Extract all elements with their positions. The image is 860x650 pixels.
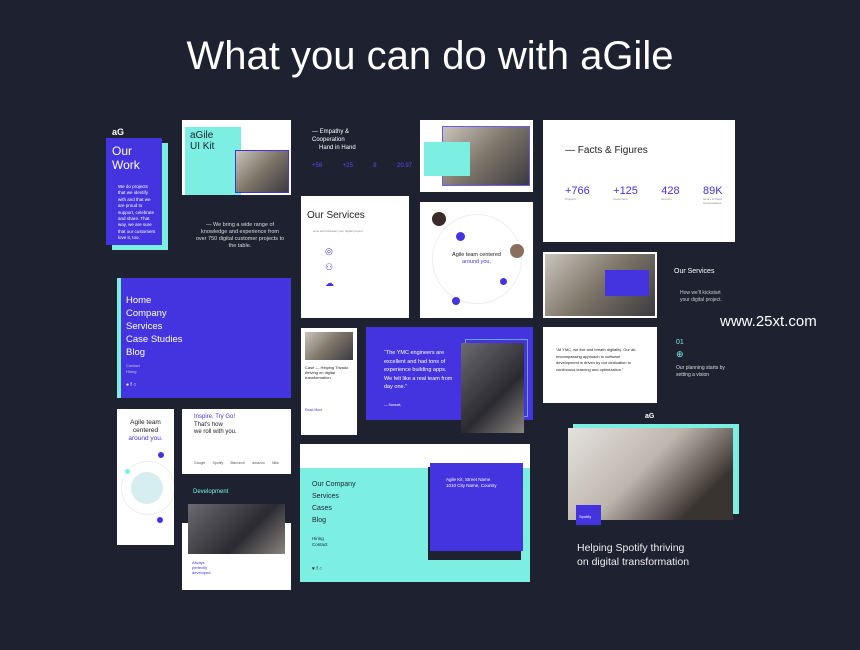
phone-card[interactable]: Agile team centered around you.: [117, 409, 174, 545]
inspire-line: we roll with you.: [194, 429, 237, 435]
fact-value: 428: [661, 185, 680, 197]
phone-line: Agile team: [130, 419, 161, 426]
menu-item[interactable]: Home: [126, 294, 286, 307]
fact-value: 89K: [703, 185, 723, 197]
card-heading: Our Work: [112, 144, 140, 172]
page-title: What you can do with aGile: [186, 34, 674, 78]
empathy-line: — Empathy &: [312, 129, 350, 135]
spotify-heading: on digital transformation: [577, 556, 690, 568]
kit-title-1: aGile: [190, 130, 214, 141]
footer-link[interactable]: Contact: [312, 542, 328, 548]
social-icons[interactable]: ♥ f ○: [312, 566, 322, 572]
development-label: Development: [193, 489, 229, 495]
step-number: 01: [676, 339, 684, 346]
team-circle-card[interactable]: Agile team centered around you.: [420, 202, 533, 318]
our-work-card[interactable]: Our Work We do projects that we identify…: [106, 138, 162, 245]
menu-item[interactable]: Case Studies: [126, 333, 286, 346]
phone-line: around you.: [128, 435, 163, 442]
facts-card[interactable]: — Facts & Figures +766 Projects +125 Custo…: [543, 120, 735, 242]
card-sub: How we'll kickstart your digital project…: [313, 229, 364, 233]
stat: 8: [373, 163, 377, 169]
services-line: your digital project.: [680, 297, 722, 303]
address-card: Agile Kit, Street Name 1010 City Name, Co…: [430, 463, 523, 551]
footer-link[interactable]: Our Company: [312, 479, 356, 491]
menu-item[interactable]: Blog: [126, 346, 286, 359]
client-logo: Nike: [271, 460, 279, 465]
spotify-badge: Spotify: [576, 505, 601, 525]
quote-text: “The YMC engineers are excellent and had…: [384, 350, 453, 390]
stat: +25: [342, 163, 353, 169]
quote-author: — Samuel,: [384, 403, 402, 407]
fact-value: +766: [565, 185, 590, 197]
phone-line: centered: [132, 427, 159, 434]
client-logo: Google: [194, 460, 206, 465]
case-card[interactable]: Case — Helping Trivado thriving on digit…: [301, 328, 357, 435]
laptop-photo: [188, 504, 285, 554]
menu-link[interactable]: Hiring: [126, 369, 286, 375]
case-title: Case — Helping Trivado thriving on digit…: [305, 365, 349, 380]
logo: aG: [645, 413, 655, 420]
service-icons: ◎ ⚇ ☁: [325, 246, 334, 288]
kit-title-2: UI Kit: [190, 141, 215, 152]
inspire-line: Inspire, Try Go!: [194, 414, 236, 420]
empathy-line: Cooperation: [312, 137, 345, 143]
development-heading: Always perfectly developed: [192, 560, 211, 575]
office-card[interactable]: [420, 120, 533, 192]
footer-link[interactable]: Blog: [312, 515, 356, 527]
watermark: www.25xt.com: [720, 313, 817, 330]
empathy-line: Hand in Hand: [319, 145, 356, 151]
stat: 20.97: [396, 163, 412, 169]
facts-heading: — Facts & Figures: [565, 145, 648, 156]
team-line: around you.: [461, 259, 492, 265]
bring-text: — We bring a wide range of knowledge and…: [195, 222, 285, 249]
card-heading: Our Services: [307, 210, 365, 221]
inspire-card[interactable]: Inspire, Try Go! That's how we roll with y…: [182, 409, 291, 474]
inspire-line: That's how: [194, 421, 223, 428]
fact-label: Hours of client conversations: [703, 197, 723, 205]
card-body: We do projects that we identify with and…: [118, 184, 156, 241]
fact-label: Customers: [613, 197, 628, 201]
fact-label: Servers: [661, 197, 672, 201]
logo: aG: [112, 127, 125, 137]
step-text: Our planning starts by setting a vision: [676, 365, 725, 378]
fact-label: Projects: [565, 197, 576, 201]
menu-item[interactable]: Services: [126, 320, 286, 333]
globe-icon: ⊕: [676, 349, 684, 359]
desk-card[interactable]: [543, 252, 657, 318]
quote-card[interactable]: “The YMC engineers are excellent and had…: [366, 327, 533, 433]
stat: +56: [312, 163, 323, 169]
footer-link[interactable]: Cases: [312, 503, 356, 515]
ymc-quote: “At YMC, we live and breath digitality. …: [556, 347, 637, 372]
ymc-card[interactable]: “At YMC, we live and breath digitality. …: [543, 327, 657, 403]
services-card[interactable]: Our Services How we'll kickstart your di…: [301, 196, 409, 318]
menu-card[interactable]: Home Company Services Case Studies Blog …: [121, 278, 291, 398]
menu-item[interactable]: Company: [126, 307, 286, 320]
client-logo: Spotify: [212, 460, 224, 465]
fact-value: +125: [613, 185, 638, 197]
address-line: 1010 City Name, Country: [446, 483, 497, 488]
ui-kit-card[interactable]: aGile UI Kit: [182, 120, 291, 195]
office-photo: [235, 150, 289, 193]
client-logo: amazon: [252, 460, 265, 465]
read-more-link[interactable]: Read More: [305, 408, 353, 412]
spotify-heading: Helping Spotify thriving: [577, 542, 685, 554]
social-icons[interactable]: ● f ○: [126, 382, 286, 388]
footer-link[interactable]: Services: [312, 491, 356, 503]
services-heading: Our Services: [674, 268, 715, 275]
services-line: How we'll kickstart: [680, 290, 721, 296]
client-logo: Bitcrunch: [230, 460, 246, 465]
